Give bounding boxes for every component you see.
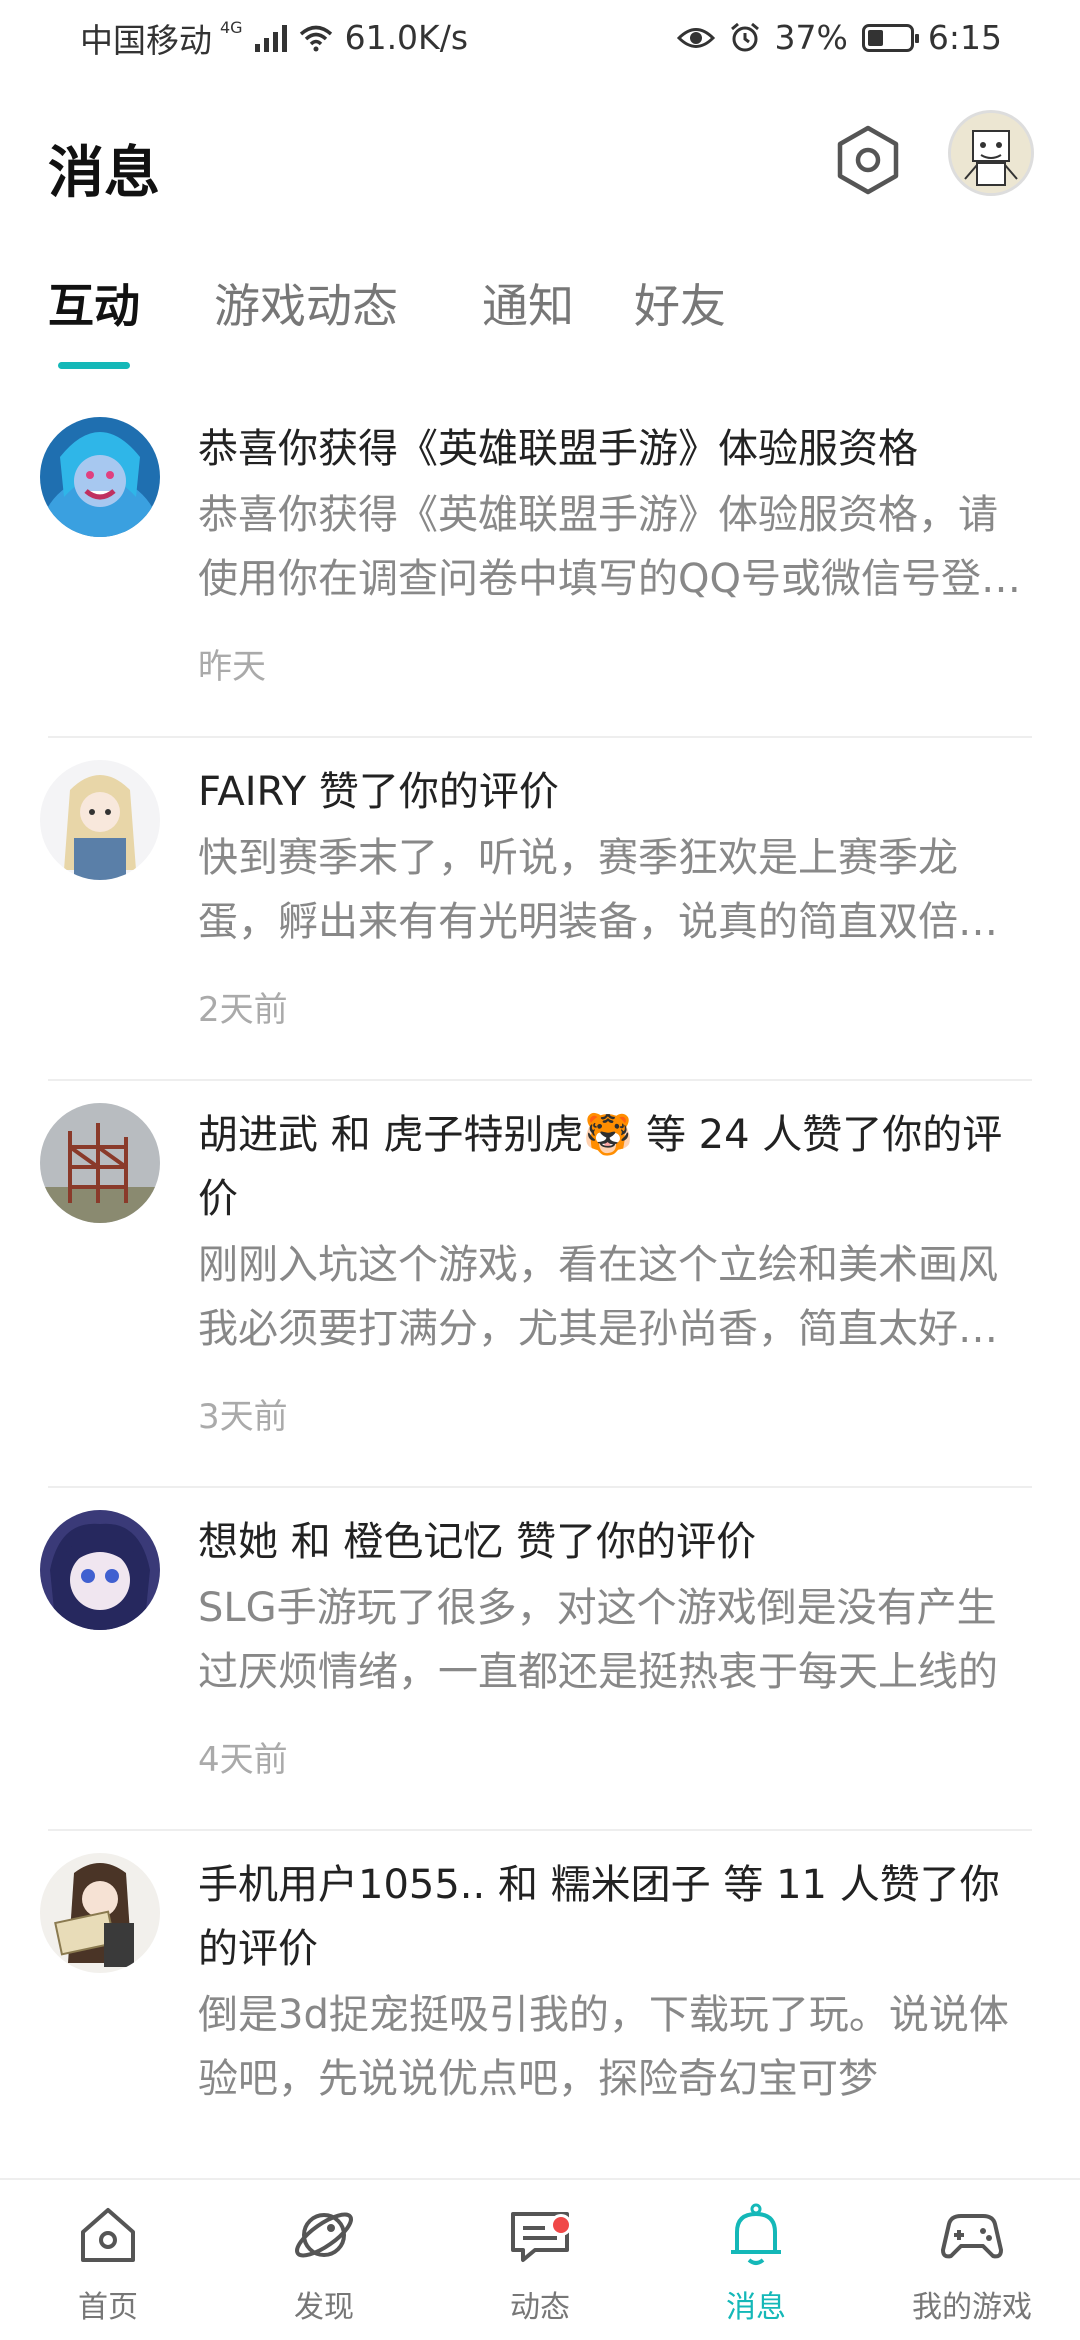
nav-messages[interactable]: 消息: [648, 2180, 864, 2340]
tab-notifications[interactable]: 通知: [482, 270, 574, 336]
battery-icon: [861, 23, 919, 52]
message-preview: 倒是3d捉宠挺吸引我的，下载玩了玩。说说体验吧，先说说优点吧，探险奇幻宝可梦: [198, 1992, 1009, 2102]
message-avatar[interactable]: [40, 1103, 160, 1223]
message-preview: 快到赛季末了，听说，赛季狂欢是上赛季龙蛋，孵出来有有光明装备，说真的简直双倍快乐: [198, 835, 998, 945]
message-item[interactable]: 手机用户1055.. 和 糯米团子 等 11 人赞了你的评价 倒是3d捉宠挺吸引…: [40, 1831, 1032, 2189]
settings-button[interactable]: [830, 122, 906, 198]
tab-friends[interactable]: 好友: [634, 270, 726, 336]
nav-my-games-label: 我的游戏: [912, 2290, 1032, 2325]
message-time: 2天前: [198, 990, 288, 1030]
avatar-image: [40, 1103, 160, 1223]
tab-interaction[interactable]: 互动: [48, 270, 140, 336]
message-body: 胡进武 和 虎子特别虎🐯 等 24 人赞了你的评价 刚刚入坑这个游戏，看在这个立…: [198, 1081, 1032, 1486]
message-preview: 刚刚入坑这个游戏，看在这个立绘和美术画风我必须要打满分，尤其是孙尚香，简直太好看…: [198, 1242, 998, 1352]
message-title: 胡进武 和 虎子特别虎🐯 等 24 人赞了你的评价: [198, 1112, 1003, 1222]
nav-messages-label: 消息: [726, 2290, 786, 2325]
message-body: FAIRY 赞了你的评价 快到赛季末了，听说，赛季狂欢是上赛季龙蛋，孵出来有有光…: [198, 738, 1032, 1079]
message-item[interactable]: 胡进武 和 虎子特别虎🐯 等 24 人赞了你的评价 刚刚入坑这个游戏，看在这个立…: [40, 1081, 1032, 1488]
bottom-nav: 首页 发现 动态 消息 我的游戏: [0, 2178, 1080, 2340]
status-left: 中国移动 4G 61.0K/s: [80, 14, 468, 62]
message-body: 恭喜你获得《英雄联盟手游》体验服资格 恭喜你获得《英雄联盟手游》体验服资格，请使…: [198, 395, 1032, 736]
avatar-image: [40, 760, 160, 880]
avatar-image: [40, 1510, 160, 1630]
tab-bar: 互动 游戏动态 通知 好友: [0, 270, 1080, 380]
header: 消息: [0, 110, 1080, 210]
gamepad-icon: [941, 2214, 1003, 2259]
message-title: 想她 和 橙色记忆 赞了你的评价: [198, 1519, 757, 1565]
planet-icon: [295, 2212, 353, 2258]
notification-badge: [550, 2214, 572, 2236]
message-avatar[interactable]: [40, 1510, 160, 1630]
user-avatar[interactable]: [948, 110, 1034, 196]
message-time: 3天前: [198, 1397, 288, 1437]
status-right: 37% 6:15: [676, 18, 1002, 57]
message-list: 恭喜你获得《英雄联盟手游》体验服资格 恭喜你获得《英雄联盟手游》体验服资格，请使…: [0, 395, 1080, 2189]
avatar-image: [951, 113, 1031, 193]
status-bar: 中国移动 4G 61.0K/s 37% 6:15: [0, 0, 1080, 75]
message-title: FAIRY 赞了你的评价: [198, 769, 559, 815]
tab-game-news[interactable]: 游戏动态: [214, 270, 398, 336]
network-type: 4G: [220, 17, 243, 37]
signal-icon: [254, 24, 287, 52]
avatar-image: [40, 417, 160, 537]
network-speed: 61.0K/s: [344, 18, 469, 57]
carrier-label: 中国移动: [80, 20, 212, 60]
message-title: 恭喜你获得《英雄联盟手游》体验服资格: [198, 426, 918, 472]
message-item[interactable]: 恭喜你获得《英雄联盟手游》体验服资格 恭喜你获得《英雄联盟手游》体验服资格，请使…: [40, 395, 1032, 738]
message-time: 昨天: [198, 647, 266, 687]
message-avatar[interactable]: [40, 417, 160, 537]
message-item[interactable]: FAIRY 赞了你的评价 快到赛季末了，听说，赛季狂欢是上赛季龙蛋，孵出来有有光…: [40, 738, 1032, 1081]
alarm-icon: [730, 22, 759, 51]
hexagon-settings-icon: [837, 125, 899, 195]
message-body: 手机用户1055.. 和 糯米团子 等 11 人赞了你的评价 倒是3d捉宠挺吸引…: [198, 1831, 1032, 2187]
nav-my-games[interactable]: 我的游戏: [864, 2180, 1080, 2340]
bell-icon: [731, 2203, 781, 2265]
tab-active-indicator: [58, 362, 130, 369]
nav-home-label: 首页: [78, 2290, 138, 2325]
wifi-icon: [299, 25, 332, 51]
message-body: 想她 和 橙色记忆 赞了你的评价 SLG手游玩了很多，对这个游戏倒是没有产生过厌…: [198, 1488, 1032, 1829]
clock: 6:15: [927, 18, 1002, 57]
message-preview: SLG手游玩了很多，对这个游戏倒是没有产生过厌烦情绪，一直都还是挺热衷于每天上线…: [198, 1585, 998, 1695]
nav-home[interactable]: 首页: [0, 2180, 216, 2340]
message-avatar[interactable]: [40, 1853, 160, 1973]
page-title: 消息: [48, 141, 160, 206]
home-icon: [81, 2208, 135, 2262]
message-item[interactable]: 想她 和 橙色记忆 赞了你的评价 SLG手游玩了很多，对这个游戏倒是没有产生过厌…: [40, 1488, 1032, 1831]
nav-discover-label: 发现: [294, 2290, 354, 2325]
battery-percent: 37%: [774, 18, 848, 57]
avatar-image: [40, 1853, 160, 1973]
message-title: 手机用户1055.. 和 糯米团子 等 11 人赞了你的评价: [198, 1862, 1000, 1972]
message-preview: 恭喜你获得《英雄联盟手游》体验服资格，请使用你在调查问卷中填写的QQ号或微信号登…: [198, 492, 1021, 602]
nav-feed[interactable]: 动态: [432, 2180, 648, 2340]
nav-feed-label: 动态: [510, 2290, 570, 2325]
message-avatar[interactable]: [40, 760, 160, 880]
message-time: 4天前: [198, 1740, 288, 1780]
eye-icon: [676, 27, 715, 48]
nav-discover[interactable]: 发现: [216, 2180, 432, 2340]
